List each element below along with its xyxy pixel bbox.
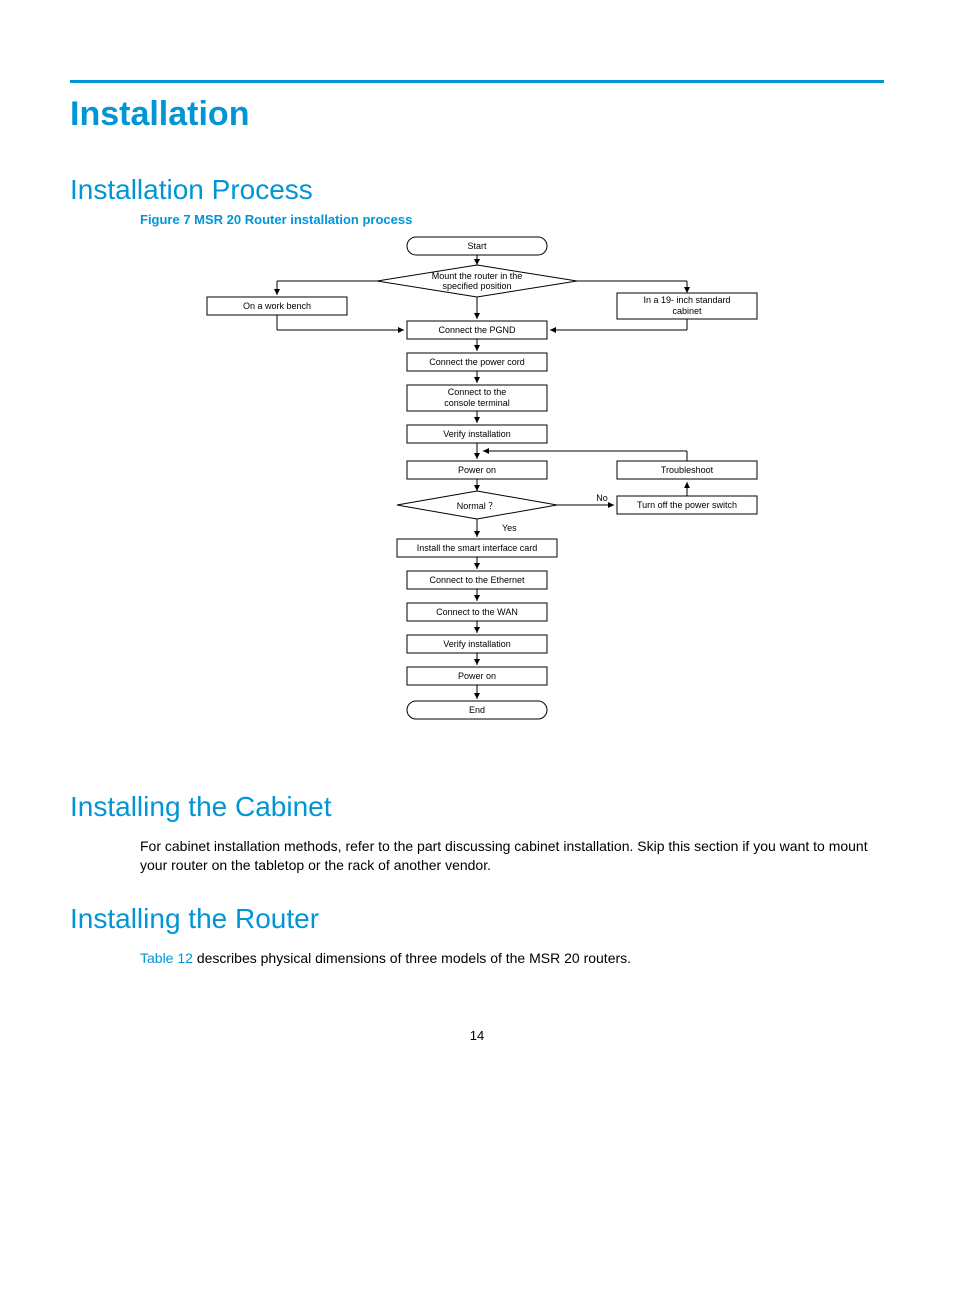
flow-smart: Install the smart interface card [417,543,538,553]
figure-caption: Figure 7 MSR 20 Router installation proc… [140,212,884,227]
flow-troubleshoot: Troubleshoot [661,465,714,475]
flow-mount-l1: Mount the router in the [432,271,523,281]
page-title: Installation [70,95,884,134]
flow-ethernet: Connect to the Ethernet [429,575,525,585]
flow-no: No [596,493,608,503]
flowchart: Start Mount the router in the specified … [157,233,797,763]
flow-cabinet-l1: In a 19- inch standard [643,295,730,305]
flow-power-on2: Power on [458,671,496,681]
flow-end: End [469,705,485,715]
flow-turn-off: Turn off the power switch [637,500,737,510]
router-text: Table 12 describes physical dimensions o… [140,949,884,968]
flow-yes: Yes [502,523,517,533]
section-installing-cabinet: Installing the Cabinet [70,791,884,823]
page-number: 14 [70,1028,884,1043]
flow-verify2: Verify installation [443,639,511,649]
cabinet-text: For cabinet installation methods, refer … [140,837,884,875]
flow-bench: On a work bench [243,301,311,311]
flow-verify1: Verify installation [443,429,511,439]
top-rule [70,80,884,83]
flow-mount-l2: specified position [442,281,511,291]
section-installing-router: Installing the Router [70,903,884,935]
flow-power-on1: Power on [458,465,496,475]
table-12-link[interactable]: Table 12 [140,950,193,966]
flow-wan: Connect to the WAN [436,607,518,617]
router-text-post: describes physical dimensions of three m… [193,950,631,966]
flow-normal: Normal ？ [457,501,498,511]
section-installation-process: Installation Process [70,174,884,206]
flow-cabinet-l2: cabinet [672,306,702,316]
flow-power-cord: Connect the power cord [429,357,525,367]
flow-pgnd: Connect the PGND [438,325,516,335]
flow-console-l2: console terminal [444,398,510,408]
flow-console-l1: Connect to the [448,387,507,397]
flow-start: Start [467,241,487,251]
